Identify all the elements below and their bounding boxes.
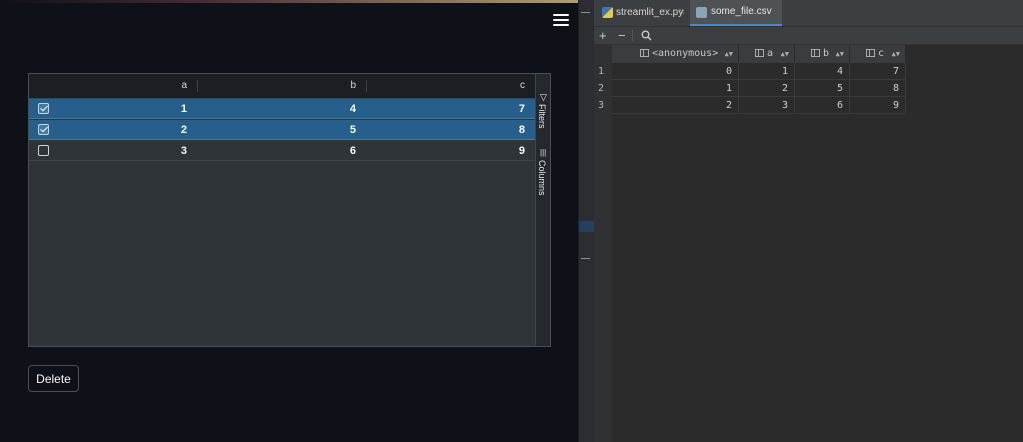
grid-side-bar: ▽ Filters ||| Columns <box>535 74 550 346</box>
toolbar-separator <box>632 30 633 41</box>
csv-cell[interactable]: 5 <box>795 80 850 97</box>
csv-cell[interactable]: 0 <box>612 63 739 80</box>
python-file-icon <box>602 7 613 18</box>
tab-label: some_file.csv <box>711 6 772 17</box>
csv-file-icon <box>696 7 707 18</box>
column-header-c[interactable]: c <box>367 74 531 98</box>
row-number: 1 <box>598 66 605 77</box>
column-header-b[interactable]: b <box>198 74 362 98</box>
column-header-label: a <box>767 48 774 59</box>
sort-icon[interactable]: ▲▼ <box>892 45 900 63</box>
table-row[interactable]: 3 6 9 <box>29 141 535 161</box>
csv-cell[interactable]: 7 <box>850 63 906 80</box>
minimize-icon[interactable] <box>581 258 590 259</box>
columns-tab-label: Columns <box>537 160 547 196</box>
cell-a: 2 <box>180 124 187 136</box>
close-icon[interactable]: × <box>679 0 685 26</box>
cell-a: 1 <box>180 103 187 115</box>
search-button[interactable] <box>641 27 652 44</box>
table-row[interactable]: 1 4 7 <box>29 99 535 119</box>
editor-tab-bar: streamlit_ex.py × some_file.csv <box>594 0 1023 27</box>
selection-marker <box>579 221 595 232</box>
tab-streamlit-ex[interactable]: streamlit_ex.py × <box>594 0 690 26</box>
cell-c: 7 <box>518 103 525 115</box>
row-number: 3 <box>598 100 605 111</box>
sort-icon[interactable]: ▲▼ <box>725 45 733 63</box>
csv-column-header-b[interactable]: b ▲▼ <box>795 45 850 63</box>
columns-tab[interactable]: ||| Columns <box>536 148 550 208</box>
columns-icon: ||| <box>540 148 547 157</box>
cell-b: 6 <box>349 145 356 157</box>
cell-c: 8 <box>518 124 525 136</box>
column-header-label: <anonymous> <box>652 48 719 59</box>
column-icon <box>866 49 875 57</box>
csv-column-header-c[interactable]: c ▲▼ <box>850 45 906 63</box>
csv-cell[interactable]: 8 <box>850 80 906 97</box>
streamlit-app: a b c 1 4 7 2 5 8 3 6 9 ▽ Filters ||| Co… <box>0 0 578 442</box>
csv-cell[interactable]: 4 <box>795 63 850 80</box>
cell-a: 3 <box>180 145 187 157</box>
column-header-label: a <box>181 80 187 91</box>
csv-cell[interactable]: 1 <box>612 80 739 97</box>
ide-editor-panel: streamlit_ex.py × some_file.csv + − 1 2 … <box>594 0 1023 442</box>
tab-some-file-csv[interactable]: some_file.csv <box>690 0 782 26</box>
csv-cell[interactable]: 6 <box>795 97 850 114</box>
csv-cell[interactable]: 2 <box>612 97 739 114</box>
column-header-label: b <box>823 48 830 59</box>
cell-b: 4 <box>349 103 356 115</box>
csv-cell[interactable]: 1 <box>739 63 795 80</box>
column-header-label: b <box>350 80 356 91</box>
row-number: 2 <box>598 83 605 94</box>
column-header-label: c <box>878 48 885 59</box>
search-icon <box>641 30 652 41</box>
grid-header-row: a b c <box>29 74 535 99</box>
hamburger-menu-icon[interactable] <box>553 14 569 26</box>
tab-label: streamlit_ex.py <box>616 7 684 18</box>
minimize-icon[interactable] <box>581 12 590 13</box>
app-header-decoration <box>0 0 578 3</box>
csv-cell[interactable]: 9 <box>850 97 906 114</box>
table-row[interactable]: 2 5 8 <box>29 120 535 140</box>
delete-button[interactable]: Delete <box>28 365 79 392</box>
column-header-a[interactable]: a <box>29 74 193 98</box>
remove-row-button[interactable]: − <box>618 27 626 44</box>
csv-column-header-anonymous[interactable]: <anonymous> ▲▼ <box>612 45 739 63</box>
ag-grid-table: a b c 1 4 7 2 5 8 3 6 9 ▽ Filters ||| Co… <box>28 73 551 347</box>
cell-c: 9 <box>518 145 525 157</box>
csv-cell[interactable]: 2 <box>739 80 795 97</box>
csv-toolbar: + − <box>594 27 1023 45</box>
column-icon <box>640 49 649 57</box>
sort-icon[interactable]: ▲▼ <box>836 45 844 63</box>
filters-tab-label: Filters <box>537 104 547 129</box>
column-icon <box>811 49 820 57</box>
filters-tab[interactable]: ▽ Filters <box>536 92 550 152</box>
filter-icon: ▽ <box>540 92 547 102</box>
add-row-button[interactable]: + <box>599 27 607 44</box>
csv-column-header-a[interactable]: a ▲▼ <box>739 45 795 63</box>
sort-icon[interactable]: ▲▼ <box>781 45 789 63</box>
column-icon <box>755 49 764 57</box>
cell-b: 5 <box>349 124 356 136</box>
csv-cell[interactable]: 3 <box>739 97 795 114</box>
csv-table-view: 1 2 3 <anonymous> ▲▼ a ▲▼ b ▲▼ c ▲▼ 0 1 4 7 … <box>594 45 1023 442</box>
column-header-label: c <box>520 80 525 91</box>
tool-window-strip <box>578 0 595 442</box>
row-number-gutter: 1 2 3 <box>594 45 612 442</box>
